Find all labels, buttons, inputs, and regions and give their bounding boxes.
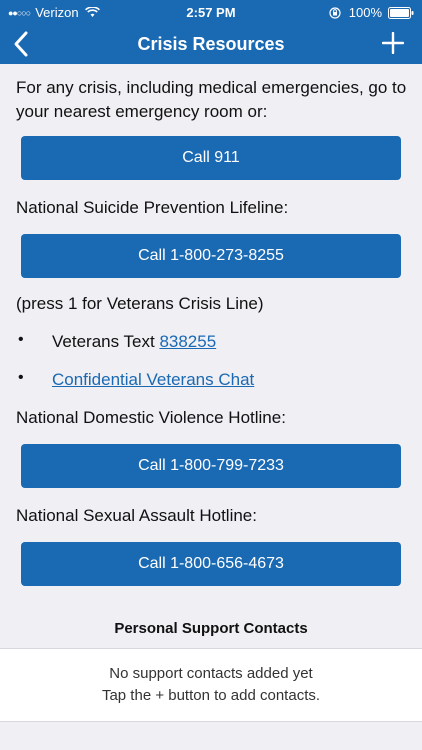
sexual-assault-label: National Sexual Assault Hotline: — [16, 506, 257, 525]
empty-state-hint: Tap the + button to add contacts. — [101, 687, 321, 704]
battery-icon — [388, 6, 414, 19]
navigation-bar: Crisis Resources — [0, 24, 422, 64]
page-title: Crisis Resources — [137, 34, 285, 54]
suicide-lifeline-label: National Suicide Prevention Lifeline: — [16, 198, 289, 217]
veterans-text-item: Veterans Text 838255 — [52, 330, 216, 354]
support-contacts-header: Personal Support Contacts — [114, 620, 308, 637]
empty-state-message: No support contacts added yet — [109, 665, 313, 682]
support-contacts-empty-panel: No support contacts added yet Tap the + … — [0, 648, 422, 722]
bullet-icon: • — [18, 331, 24, 348]
bullet-icon: • — [18, 369, 24, 386]
domestic-violence-label: National Domestic Violence Hotline: — [16, 408, 286, 427]
rotation-lock-icon — [329, 6, 341, 19]
veterans-press-note: (press 1 for Veterans Crisis Line) — [16, 294, 264, 313]
battery-percent: 100% — [348, 5, 382, 20]
veterans-text-label: Veterans Text — [52, 332, 155, 351]
call-suicide-lifeline-button[interactable]: Call 1-800-273-8255 — [21, 234, 401, 278]
call-sexual-assault-button[interactable]: Call 1-800-656-4673 — [21, 542, 401, 586]
status-right: 100% — [329, 5, 414, 20]
status-bar: ●●○○○ Verizon 2:57 PM 100% — [0, 0, 422, 24]
add-contact-icon[interactable] — [382, 32, 404, 54]
call-911-button[interactable]: Call 911 — [21, 136, 401, 180]
emergency-intro-text: For any crisis, including medical emerge… — [16, 78, 407, 121]
veterans-text-number-link[interactable]: 838255 — [159, 332, 216, 351]
call-domestic-violence-button[interactable]: Call 1-800-799-7233 — [21, 444, 401, 488]
veterans-chat-item: Confidential Veterans Chat — [52, 368, 254, 392]
confidential-chat-link[interactable]: Confidential Veterans Chat — [52, 370, 254, 389]
